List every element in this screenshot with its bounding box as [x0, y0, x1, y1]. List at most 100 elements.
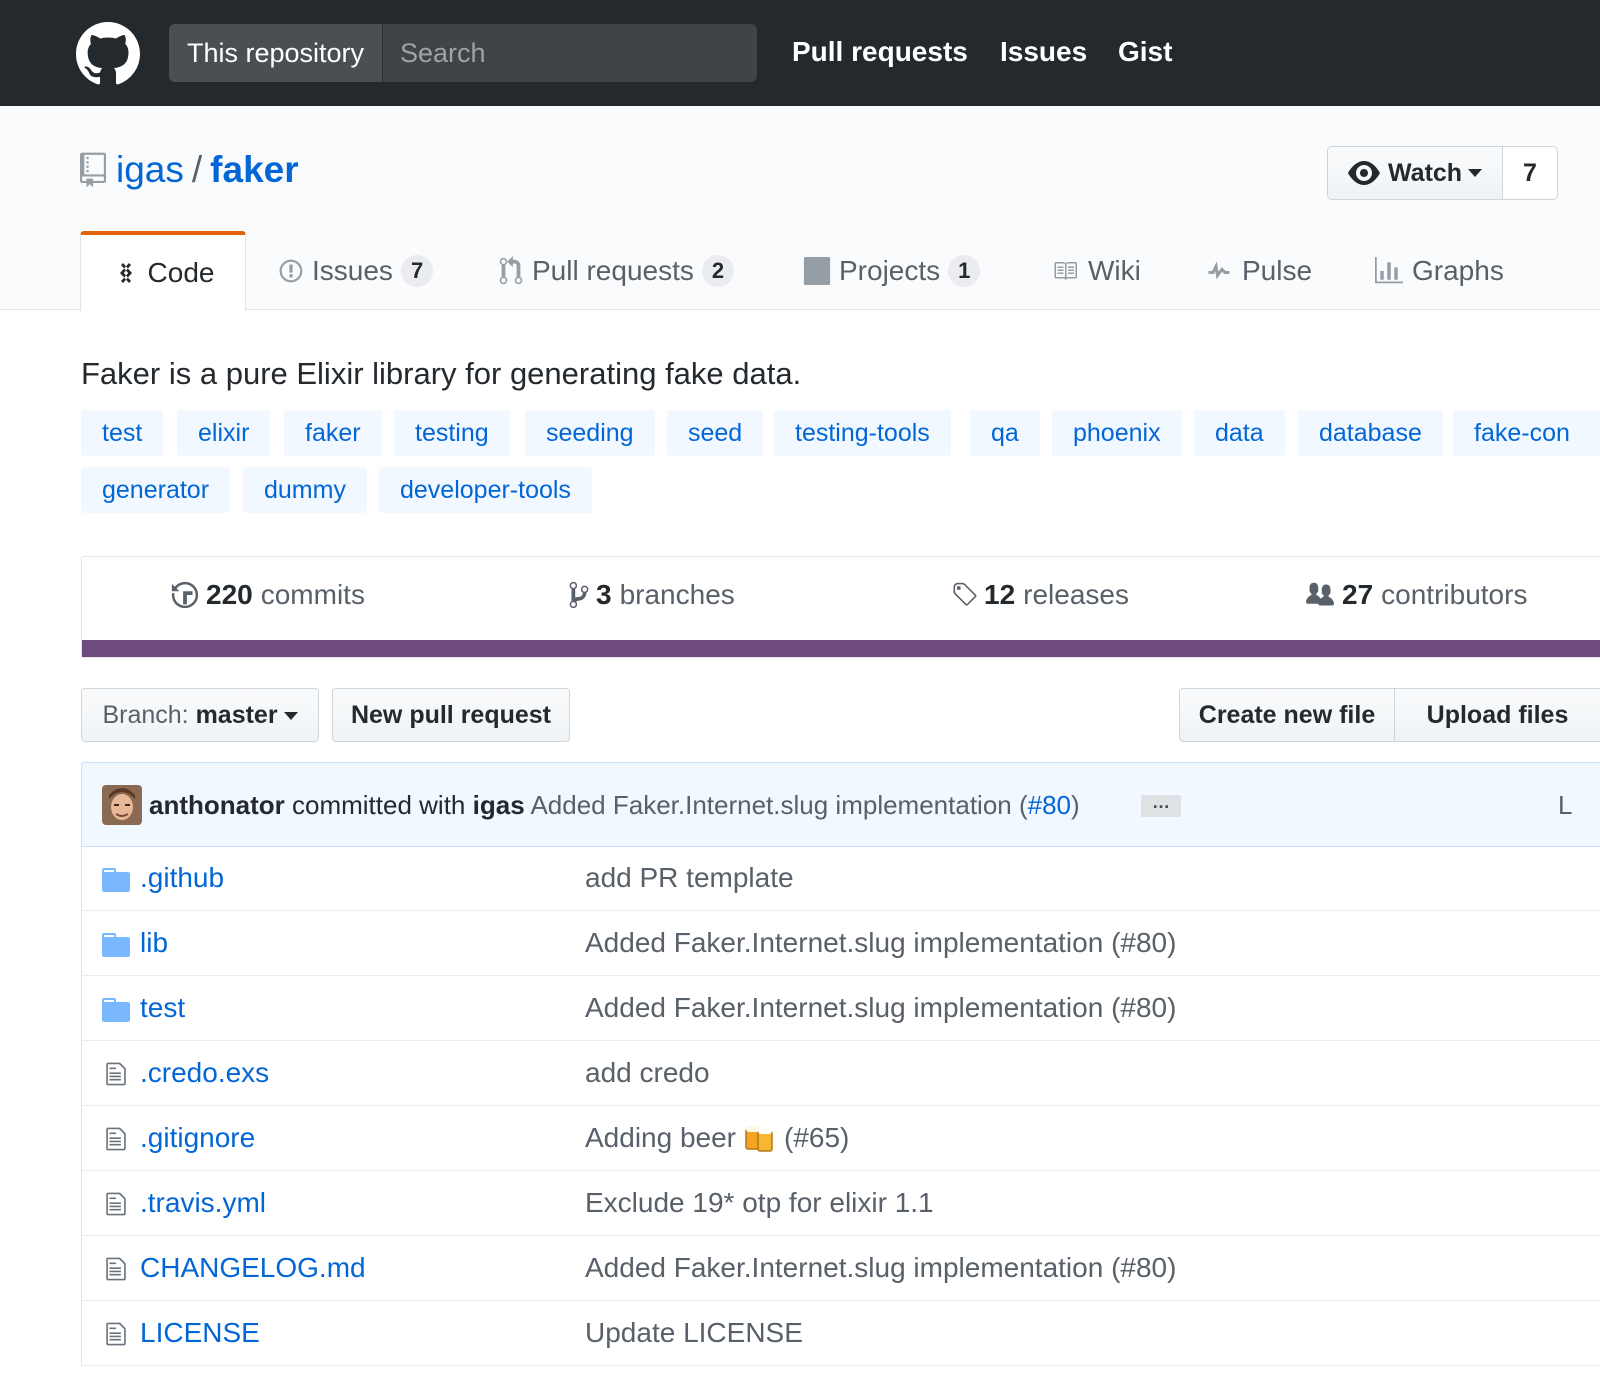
tab-projects[interactable]: Projects 1	[803, 231, 981, 311]
repo-header: igas / faker Watch 7 Code Issues 7 Pull re…	[0, 106, 1600, 311]
repo-owner-link[interactable]: igas	[116, 149, 184, 190]
file-name-link[interactable]: lib	[140, 911, 168, 975]
file-name-link[interactable]: .github	[140, 846, 224, 910]
topic-tag[interactable]: faker	[284, 410, 382, 456]
file-name-link[interactable]: .travis.yml	[140, 1171, 266, 1235]
repo-name-link[interactable]: faker	[210, 149, 298, 190]
topic-tag[interactable]: developer-tools	[379, 467, 592, 513]
watch-label: Watch	[1388, 158, 1463, 187]
history-icon	[171, 581, 199, 609]
watch-button[interactable]: Watch	[1328, 147, 1503, 199]
tab-pull-requests-counter: 2	[701, 255, 735, 287]
topic-tag[interactable]: testing	[394, 410, 510, 456]
latest-commit-label: L	[1558, 790, 1573, 820]
file-commit-message[interactable]: Added Faker.Internet.slug implementation…	[585, 911, 1176, 975]
tab-code[interactable]: Code	[80, 231, 246, 311]
file-commit-message[interactable]: Exclude 19* otp for elixir 1.1	[585, 1171, 934, 1235]
file-commit-message[interactable]: Added Faker.Internet.slug implementation…	[585, 1236, 1176, 1300]
tab-projects-label: Projects	[839, 255, 941, 286]
tab-pulse-label: Pulse	[1242, 255, 1313, 286]
chevron-down-icon	[283, 712, 298, 721]
commits-count: 220	[206, 579, 253, 610]
language-bar[interactable]	[82, 640, 1600, 657]
branch-name: master	[195, 701, 278, 729]
tab-pulse[interactable]: Pulse	[1204, 231, 1312, 311]
topic-tag[interactable]: generator	[81, 467, 231, 513]
tab-projects-counter: 1	[948, 255, 981, 287]
commit-committer-link[interactable]: igas	[473, 790, 525, 820]
topic-tag[interactable]: testing-tools	[774, 410, 951, 456]
topic-tag[interactable]: qa	[970, 410, 1040, 456]
contributors-count: 27	[1342, 579, 1374, 610]
file-commit-message[interactable]: Adding beer (#65)	[585, 1106, 849, 1170]
site-header: This repository Pull requests Issues Gis…	[0, 0, 1600, 106]
tab-graphs[interactable]: Graphs	[1374, 231, 1504, 311]
tab-issues[interactable]: Issues 7	[278, 231, 434, 311]
branches-label: branches	[619, 579, 735, 610]
topic-tag[interactable]: phoenix	[1052, 410, 1182, 456]
folder-icon	[102, 933, 130, 957]
tab-wiki[interactable]: Wiki	[1050, 231, 1141, 311]
file-commit-message[interactable]: add PR template	[585, 846, 794, 910]
commit-summary: anthonator committed with igas Added Fak…	[149, 785, 1080, 825]
avatar[interactable]	[102, 785, 142, 825]
project-icon	[803, 257, 831, 285]
tab-issues-label: Issues	[312, 255, 393, 286]
branch-select-button[interactable]: Branch: master	[81, 688, 319, 742]
table-row: .github add PR template	[82, 846, 1600, 911]
topic-tag[interactable]: elixir	[177, 410, 271, 456]
commits-link[interactable]: 220 commits	[170, 579, 365, 611]
branches-link[interactable]: 3 branches	[568, 579, 735, 611]
commit-message[interactable]: Added Faker.Internet.slug implementation…	[530, 790, 1079, 820]
topic-tag[interactable]: seeding	[525, 410, 655, 456]
topic-tag[interactable]: database	[1298, 410, 1443, 456]
topic-tag[interactable]: data	[1194, 410, 1285, 456]
code-icon	[119, 263, 132, 283]
topic-tag[interactable]: test	[81, 410, 164, 456]
file-commit-message[interactable]: add credo	[585, 1041, 710, 1105]
tab-wiki-label: Wiki	[1088, 255, 1141, 286]
pulse-icon	[1208, 261, 1230, 280]
watch-widget: Watch 7	[1327, 146, 1558, 200]
file-commit-message[interactable]: Update LICENSE	[585, 1301, 803, 1365]
topic-tag[interactable]: fake-con	[1453, 410, 1600, 456]
new-pull-request-button[interactable]: New pull request	[332, 688, 570, 742]
upload-files-button[interactable]: Upload files	[1394, 688, 1600, 742]
header-nav-issues[interactable]: Issues	[1000, 32, 1087, 72]
github-logo-icon[interactable]	[76, 22, 140, 86]
search-input[interactable]	[384, 24, 757, 82]
file-name-link[interactable]: LICENSE	[140, 1301, 260, 1365]
repo-title: igas / faker	[116, 146, 299, 194]
topic-tag[interactable]: seed	[667, 410, 764, 456]
header-nav-gist[interactable]: Gist	[1118, 32, 1172, 72]
tab-issues-counter: 7	[400, 255, 434, 287]
tab-pull-requests[interactable]: Pull requests 2	[498, 231, 735, 311]
file-name-link[interactable]: .gitignore	[140, 1106, 255, 1170]
header-nav-pull-requests[interactable]: Pull requests	[792, 32, 968, 72]
repo-title-separator: /	[191, 149, 203, 190]
file-name-link[interactable]: CHANGELOG.md	[140, 1236, 366, 1300]
file-commit-message[interactable]: Added Faker.Internet.slug implementation…	[585, 976, 1176, 1040]
expand-commit-button[interactable]: …	[1141, 793, 1181, 817]
file-name-link[interactable]: .credo.exs	[140, 1041, 269, 1105]
create-new-file-button[interactable]: Create new file	[1179, 688, 1395, 742]
chevron-down-icon	[1468, 169, 1483, 177]
commits-label: commits	[260, 579, 365, 610]
commit-author-link[interactable]: anthonator	[149, 790, 285, 820]
table-row: .travis.yml Exclude 19* otp for elixir 1…	[82, 1171, 1600, 1236]
file-text-icon	[106, 1192, 126, 1216]
topic-tag[interactable]: dummy	[243, 467, 367, 513]
tag-icon	[953, 582, 977, 606]
table-row: .gitignore Adding beer (#65)	[82, 1106, 1600, 1171]
eye-icon	[1348, 161, 1380, 185]
file-text-icon	[106, 1322, 126, 1346]
watch-count[interactable]: 7	[1503, 147, 1557, 199]
search-scope-label[interactable]: This repository	[169, 24, 383, 82]
commit-committed-with: committed with	[292, 790, 466, 820]
file-name-link[interactable]: test	[140, 976, 185, 1040]
commit-pr-link[interactable]: #80	[1028, 790, 1071, 820]
avatar-image	[102, 785, 142, 825]
contributors-link[interactable]: 27 contributors	[1304, 579, 1527, 611]
releases-link[interactable]: 12 releases	[950, 579, 1129, 611]
git-pull-request-icon	[499, 256, 523, 285]
